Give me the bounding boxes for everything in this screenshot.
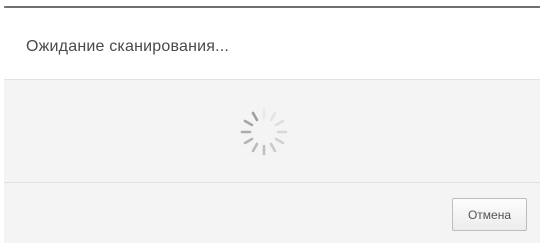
cancel-button[interactable]: Отмена [452, 198, 527, 231]
spinner-spoke [274, 137, 285, 145]
spinner-spoke [243, 137, 254, 145]
spinner-spoke [274, 119, 285, 127]
spinner-spoke [269, 111, 277, 122]
spinner-spoke [251, 142, 259, 153]
spinner-spoke [251, 111, 259, 122]
spinner-spoke [243, 119, 254, 127]
spinner-spoke [269, 142, 277, 153]
loading-spinner-icon [240, 108, 288, 156]
dialog-title: Ожидание сканирования... [26, 38, 230, 55]
